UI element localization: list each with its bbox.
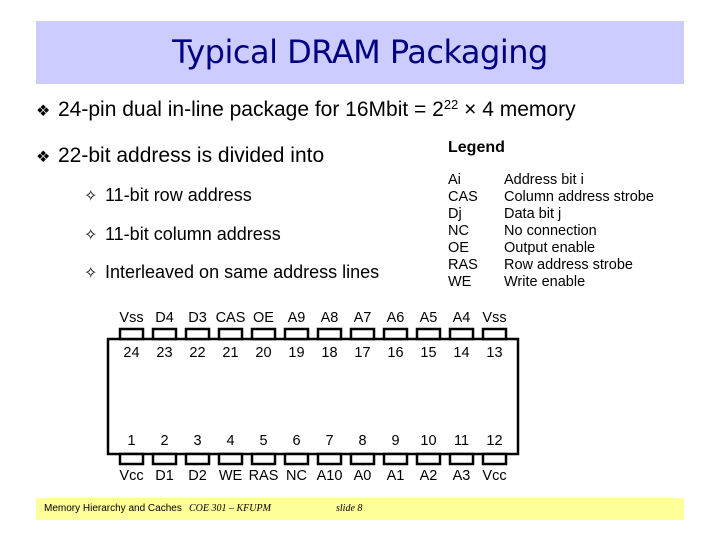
pin-number: 10	[420, 433, 437, 449]
pin-number: 12	[486, 433, 503, 449]
footer-course: COE 301 – KFUPM	[189, 503, 271, 514]
pin-14	[448, 327, 475, 341]
pin-number: 3	[193, 433, 202, 449]
pin-23	[151, 327, 178, 341]
pin-13	[481, 327, 508, 341]
pin-number: 14	[453, 345, 470, 361]
pin-name: NC	[286, 468, 307, 484]
pin-name: Vcc	[482, 468, 507, 484]
pin-number: 23	[156, 345, 173, 361]
pin-number: 2	[160, 433, 169, 449]
pin-number: 17	[354, 345, 371, 361]
pin-number: 9	[391, 433, 400, 449]
pin-number: 7	[325, 433, 334, 449]
pin-number: 5	[259, 433, 268, 449]
pin-name: A5	[419, 310, 438, 326]
pin-name: CAS	[215, 310, 246, 326]
pin-2	[151, 452, 178, 466]
pin-name: WE	[218, 468, 243, 484]
pin-number: 1	[127, 433, 136, 449]
pin-9	[382, 452, 409, 466]
pin-name: D2	[188, 468, 207, 484]
pin-name: Vcc	[119, 468, 144, 484]
pin-19	[283, 327, 310, 341]
pin-10	[415, 452, 442, 466]
pin-name: A9	[287, 310, 306, 326]
pin-number: 8	[358, 433, 367, 449]
footer-topic: Memory Hierarchy and Caches	[44, 503, 182, 514]
pin-name: D4	[155, 310, 174, 326]
pin-name: A6	[386, 310, 405, 326]
pin-3	[184, 452, 211, 466]
pin-name: A3	[452, 468, 471, 484]
pin-name: A0	[353, 468, 372, 484]
pin-number: 20	[255, 345, 272, 361]
pin-21	[217, 327, 244, 341]
pin-1	[118, 452, 145, 466]
pin-12	[481, 452, 508, 466]
pin-number: 4	[226, 433, 235, 449]
pin-17	[349, 327, 376, 341]
pin-11	[448, 452, 475, 466]
pin-name: A2	[419, 468, 438, 484]
dip-chip-diagram	[106, 327, 520, 466]
pin-number: 22	[189, 345, 206, 361]
pin-5	[250, 452, 277, 466]
pin-18	[316, 327, 343, 341]
pin-number: 21	[222, 345, 239, 361]
pin-number: 16	[387, 345, 404, 361]
pin-name: Vss	[482, 310, 507, 326]
pin-name: OE	[253, 310, 274, 326]
pin-20	[250, 327, 277, 341]
pin-16	[382, 327, 409, 341]
pin-4	[217, 452, 244, 466]
pin-6	[283, 452, 310, 466]
pin-name: D3	[188, 310, 207, 326]
footer-slide-number: slide 8	[336, 503, 363, 514]
footer: Memory Hierarchy and Caches COE 301 – KF…	[36, 498, 684, 520]
pin-number: 24	[123, 345, 140, 361]
pin-7	[316, 452, 343, 466]
pin-name: A8	[320, 310, 339, 326]
pin-name: A10	[316, 468, 343, 484]
pin-number: 15	[420, 345, 437, 361]
pin-name: D1	[155, 468, 174, 484]
pin-name: Vss	[119, 310, 144, 326]
pin-number: 18	[321, 345, 338, 361]
pin-number: 6	[292, 433, 301, 449]
pin-24	[118, 327, 145, 341]
pin-8	[349, 452, 376, 466]
pin-15	[415, 327, 442, 341]
pin-22	[184, 327, 211, 341]
pin-name: A7	[353, 310, 372, 326]
pin-name: A4	[452, 310, 471, 326]
pin-number: 13	[486, 345, 503, 361]
pin-name: A1	[386, 468, 405, 484]
pin-name: RAS	[248, 468, 279, 484]
pin-number: 19	[288, 345, 305, 361]
pin-number: 11	[453, 433, 470, 449]
